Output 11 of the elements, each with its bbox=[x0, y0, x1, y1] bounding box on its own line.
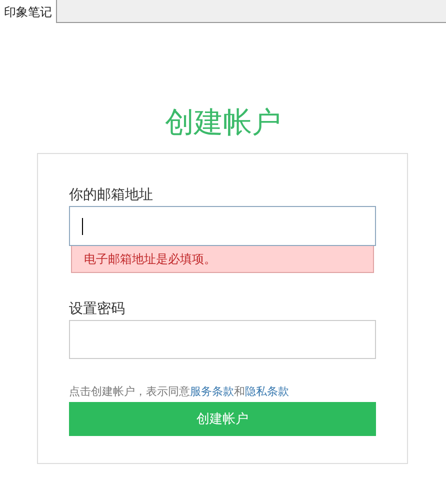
create-account-button[interactable]: 创建帐户 bbox=[69, 402, 376, 436]
terms-link[interactable]: 服务条款 bbox=[190, 386, 234, 398]
input-field[interactable] bbox=[69, 320, 376, 359]
field-label: 设置密码 bbox=[69, 299, 126, 318]
text-cursor bbox=[82, 218, 83, 234]
field-label: 你的邮箱地址 bbox=[69, 185, 154, 204]
terms-notice: 点击创建帐户，表示同意服务条款和隐私条款 bbox=[69, 385, 290, 400]
page-title: 创建帐户 bbox=[165, 106, 281, 140]
privacy-link[interactable]: 隐私条款 bbox=[245, 386, 289, 398]
input-field[interactable] bbox=[69, 206, 376, 246]
error-message: 电子邮箱地址是必填项。 bbox=[71, 246, 374, 273]
